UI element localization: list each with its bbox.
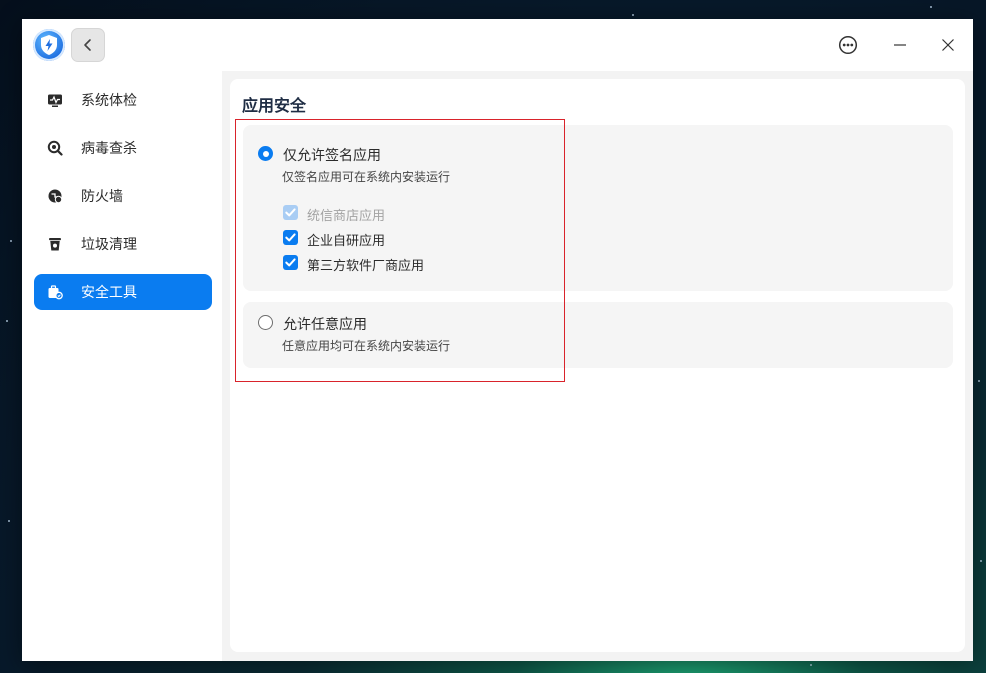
toolbox-icon	[47, 284, 63, 300]
close-icon	[942, 39, 954, 51]
sidebar: 系统体检 病毒查杀 防火墙 垃圾清理 安全工具	[22, 71, 222, 661]
virus-scan-icon	[47, 140, 63, 156]
sidebar-item-system-check[interactable]: 系统体检	[34, 82, 212, 118]
close-button[interactable]	[933, 31, 963, 59]
minimize-icon	[894, 44, 906, 46]
background-star	[632, 14, 634, 16]
sidebar-item-virus-scan[interactable]: 病毒查杀	[34, 130, 212, 166]
back-button[interactable]	[71, 28, 105, 62]
title-bar	[22, 19, 973, 71]
chevron-left-icon	[84, 39, 91, 51]
background-star	[930, 6, 932, 8]
sidebar-item-label: 系统体检	[81, 93, 137, 109]
highlight-annotation-box	[235, 119, 565, 382]
shield-lightning-icon	[33, 29, 65, 61]
sidebar-item-label: 垃圾清理	[81, 237, 137, 253]
sidebar-item-junk-cleanup[interactable]: 垃圾清理	[34, 226, 212, 262]
sidebar-item-firewall[interactable]: 防火墙	[34, 178, 212, 214]
trash-can-icon	[47, 236, 63, 252]
page-title: 应用安全	[242, 96, 307, 115]
background-star	[10, 240, 12, 242]
background-star	[978, 380, 980, 382]
app-window: 系统体检 病毒查杀 防火墙 垃圾清理 安全工具 应用安全 仅允许签名应用 仅签名…	[22, 19, 973, 661]
background-star	[810, 664, 812, 666]
sidebar-item-label: 病毒查杀	[81, 141, 137, 157]
firewall-icon	[47, 188, 63, 204]
sidebar-item-security-tools[interactable]: 安全工具	[34, 274, 212, 310]
background-star	[8, 520, 10, 522]
pulse-monitor-icon	[47, 92, 63, 108]
background-star	[980, 560, 982, 562]
main-menu-button[interactable]	[833, 31, 863, 59]
sidebar-item-label: 防火墙	[81, 189, 123, 205]
sidebar-item-label: 安全工具	[81, 285, 137, 301]
more-circle-icon	[838, 35, 858, 55]
minimize-button[interactable]	[885, 31, 915, 59]
background-star	[6, 320, 8, 322]
